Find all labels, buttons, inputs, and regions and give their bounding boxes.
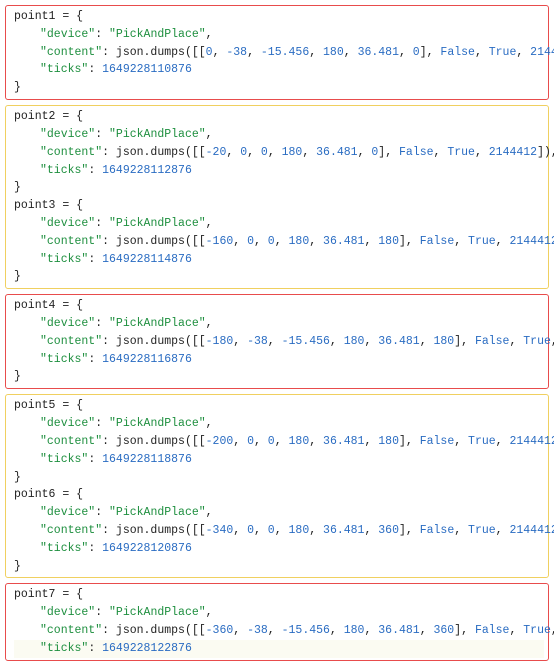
device-line: "device": "PickAndPlace", — [14, 315, 544, 333]
code-container: point1 = {"device": "PickAndPlace","cont… — [5, 5, 549, 661]
code-block-1: point2 = {"device": "PickAndPlace","cont… — [5, 105, 549, 289]
code-block-0: point1 = {"device": "PickAndPlace","cont… — [5, 5, 549, 100]
device-line: "device": "PickAndPlace", — [14, 604, 544, 622]
ticks-line: "ticks": 1649228116876 — [14, 351, 544, 369]
content-line: "content": json.dumps([[-200, 0, 0, 180,… — [14, 433, 544, 451]
device-line: "device": "PickAndPlace", — [14, 215, 544, 233]
content-line: "content": json.dumps([[-360, -38, -15.4… — [14, 622, 544, 640]
content-line: "content": json.dumps([[0, -38, -15.456,… — [14, 44, 544, 62]
close-brace: } — [14, 179, 544, 197]
ticks-line: "ticks": 1649228120876 — [14, 540, 544, 558]
close-brace: } — [14, 79, 544, 97]
content-line: "content": json.dumps([[-180, -38, -15.4… — [14, 333, 544, 351]
var-declaration: point1 = { — [14, 8, 544, 26]
code-block-2: point4 = {"device": "PickAndPlace","cont… — [5, 294, 549, 389]
close-brace: } — [14, 469, 544, 487]
device-line: "device": "PickAndPlace", — [14, 415, 544, 433]
content-line: "content": json.dumps([[-340, 0, 0, 180,… — [14, 522, 544, 540]
var-declaration: point5 = { — [14, 397, 544, 415]
var-declaration: point6 = { — [14, 486, 544, 504]
code-block-3: point5 = {"device": "PickAndPlace","cont… — [5, 394, 549, 578]
var-declaration: point2 = { — [14, 108, 544, 126]
ticks-line: "ticks": 1649228118876 — [14, 451, 544, 469]
content-line: "content": json.dumps([[-20, 0, 0, 180, … — [14, 144, 544, 162]
close-brace: } — [14, 558, 544, 576]
var-declaration: point7 = { — [14, 586, 544, 604]
close-brace: } — [14, 268, 544, 286]
device-line: "device": "PickAndPlace", — [14, 26, 544, 44]
var-declaration: point3 = { — [14, 197, 544, 215]
var-declaration: point4 = { — [14, 297, 544, 315]
device-line: "device": "PickAndPlace", — [14, 504, 544, 522]
ticks-line: "ticks": 1649228122876 — [14, 640, 544, 658]
ticks-line: "ticks": 1649228112876 — [14, 162, 544, 180]
content-line: "content": json.dumps([[-160, 0, 0, 180,… — [14, 233, 544, 251]
device-line: "device": "PickAndPlace", — [14, 126, 544, 144]
ticks-line: "ticks": 1649228114876 — [14, 251, 544, 269]
close-brace: } — [14, 368, 544, 386]
ticks-line: "ticks": 1649228110876 — [14, 61, 544, 79]
